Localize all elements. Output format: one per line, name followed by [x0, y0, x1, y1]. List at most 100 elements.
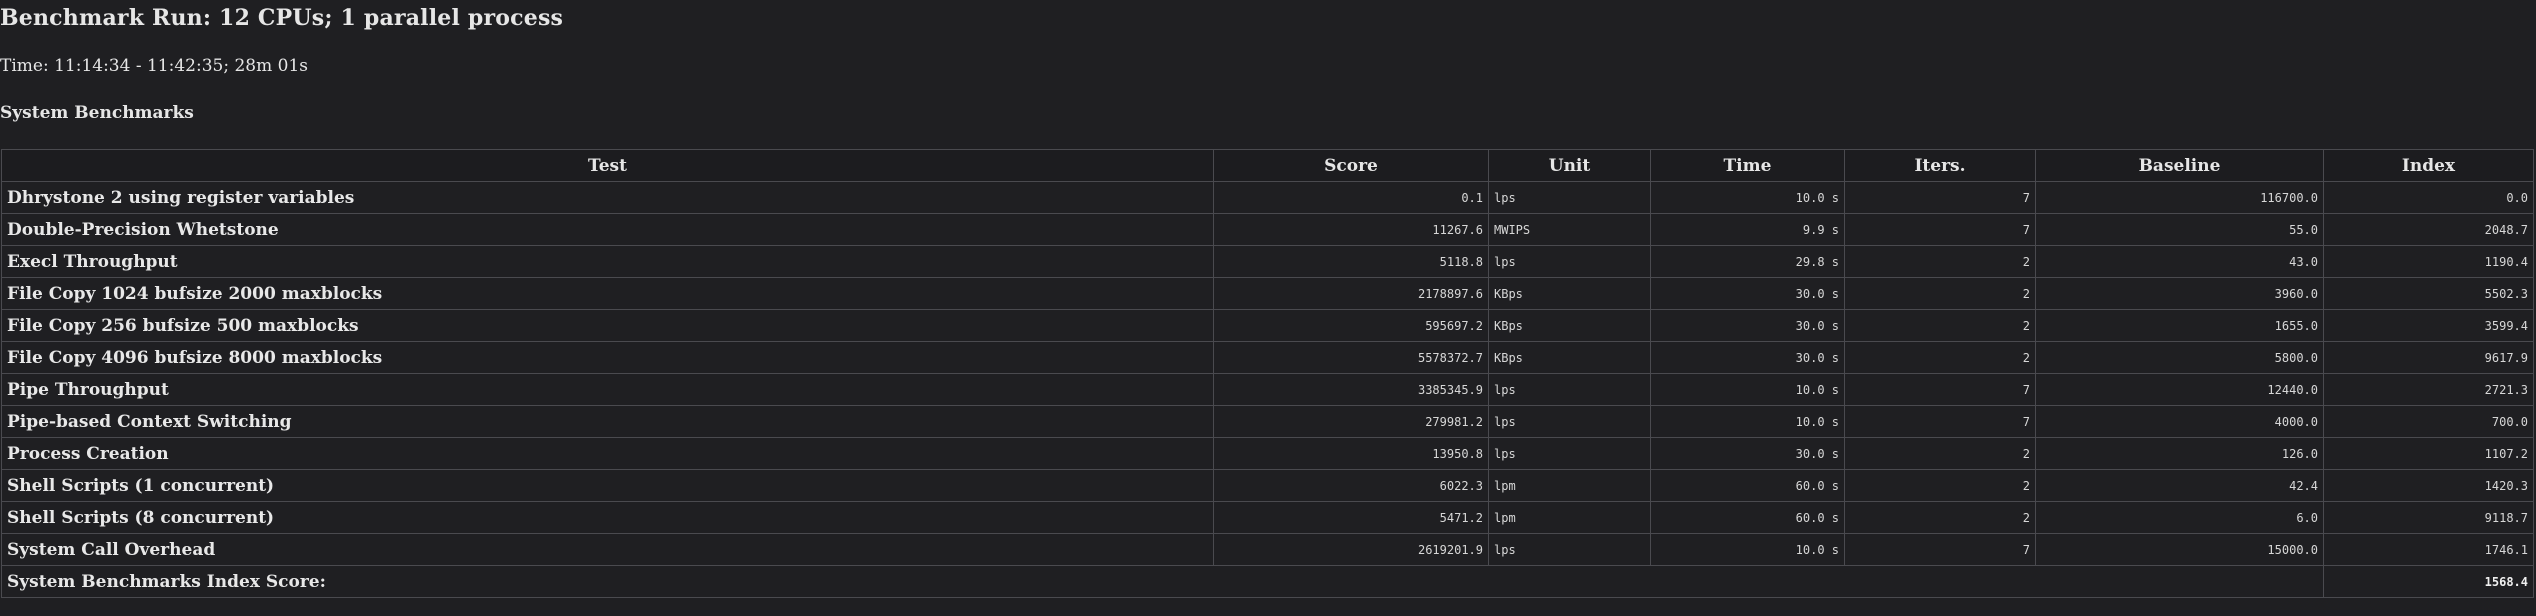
cell-baseline: 6.0	[2035, 501, 2324, 534]
header-score: Score	[1213, 149, 1489, 182]
cell-time: 9.9 s	[1650, 213, 1845, 246]
cell-time: 10.0 s	[1650, 181, 1845, 214]
cell-index: 9617.9	[2323, 341, 2534, 374]
cell-score: 3385345.9	[1213, 373, 1489, 406]
cell-unit: lpm	[1488, 469, 1651, 502]
cell-iters: 7	[1844, 213, 2036, 246]
cell-baseline: 3960.0	[2035, 277, 2324, 310]
header-baseline: Baseline	[2035, 149, 2324, 182]
cell-score: 5118.8	[1213, 245, 1489, 278]
header-time: Time	[1650, 149, 1845, 182]
summary-label: System Benchmarks Index Score:	[1, 565, 2324, 598]
summary-row: System Benchmarks Index Score: 1568.4	[1, 565, 2534, 598]
cell-test: Double-Precision Whetstone	[1, 213, 1214, 246]
cell-iters: 7	[1844, 181, 2036, 214]
cell-test: File Copy 1024 bufsize 2000 maxblocks	[1, 277, 1214, 310]
table-row: File Copy 4096 bufsize 8000 maxblocks 55…	[1, 341, 2534, 374]
table-row: File Copy 1024 bufsize 2000 maxblocks 21…	[1, 277, 2534, 310]
cell-score: 595697.2	[1213, 309, 1489, 342]
cell-score: 279981.2	[1213, 405, 1489, 438]
table-body: Dhrystone 2 using register variables 0.1…	[1, 181, 2534, 598]
cell-time: 30.0 s	[1650, 341, 1845, 374]
cell-iters: 7	[1844, 405, 2036, 438]
header-unit: Unit	[1488, 149, 1651, 182]
cell-test: Pipe-based Context Switching	[1, 405, 1214, 438]
cell-unit: lps	[1488, 437, 1651, 470]
cell-test: File Copy 256 bufsize 500 maxblocks	[1, 309, 1214, 342]
cell-unit: KBps	[1488, 341, 1651, 374]
cell-unit: lps	[1488, 405, 1651, 438]
cell-iters: 2	[1844, 469, 2036, 502]
cell-index: 1420.3	[2323, 469, 2534, 502]
cell-iters: 2	[1844, 341, 2036, 374]
cell-test: File Copy 4096 bufsize 8000 maxblocks	[1, 341, 1214, 374]
cell-time: 60.0 s	[1650, 501, 1845, 534]
cell-iters: 2	[1844, 277, 2036, 310]
cell-baseline: 12440.0	[2035, 373, 2324, 406]
table-row: System Call Overhead 2619201.9 lps 10.0 …	[1, 533, 2534, 566]
cell-iters: 7	[1844, 533, 2036, 566]
cell-index: 1746.1	[2323, 533, 2534, 566]
benchmark-report: Benchmark Run: 12 CPUs; 1 parallel proce…	[0, 0, 2536, 616]
table-row: Shell Scripts (8 concurrent) 5471.2 lpm …	[1, 501, 2534, 534]
cell-index: 9118.7	[2323, 501, 2534, 534]
cell-time: 10.0 s	[1650, 533, 1845, 566]
cell-index: 5502.3	[2323, 277, 2534, 310]
cell-test: Shell Scripts (1 concurrent)	[1, 469, 1214, 502]
cell-index: 2048.7	[2323, 213, 2534, 246]
cell-unit: KBps	[1488, 277, 1651, 310]
cell-score: 5471.2	[1213, 501, 1489, 534]
cell-baseline: 116700.0	[2035, 181, 2324, 214]
summary-index-score: 1568.4	[2323, 565, 2534, 598]
table-row: Execl Throughput 5118.8 lps 29.8 s 2 43.…	[1, 245, 2534, 278]
cell-unit: lpm	[1488, 501, 1651, 534]
cell-score: 2619201.9	[1213, 533, 1489, 566]
table-row: Dhrystone 2 using register variables 0.1…	[1, 181, 2534, 214]
table-row: Pipe Throughput 3385345.9 lps 10.0 s 7 1…	[1, 373, 2534, 406]
header-index: Index	[2323, 149, 2534, 182]
cell-index: 1107.2	[2323, 437, 2534, 470]
cell-iters: 2	[1844, 309, 2036, 342]
cell-test: System Call Overhead	[1, 533, 1214, 566]
cell-index: 0.0	[2323, 181, 2534, 214]
section-title: System Benchmarks	[0, 103, 194, 123]
cell-score: 0.1	[1213, 181, 1489, 214]
cell-time: 30.0 s	[1650, 437, 1845, 470]
header-test: Test	[1, 149, 1214, 182]
cell-index: 1190.4	[2323, 245, 2534, 278]
cell-baseline: 1655.0	[2035, 309, 2324, 342]
cell-test: Dhrystone 2 using register variables	[1, 181, 1214, 214]
cell-time: 10.0 s	[1650, 405, 1845, 438]
cell-index: 700.0	[2323, 405, 2534, 438]
cell-test: Pipe Throughput	[1, 373, 1214, 406]
cell-score: 6022.3	[1213, 469, 1489, 502]
page-title: Benchmark Run: 12 CPUs; 1 parallel proce…	[0, 5, 564, 31]
cell-time: 29.8 s	[1650, 245, 1845, 278]
cell-unit: lps	[1488, 373, 1651, 406]
cell-baseline: 15000.0	[2035, 533, 2324, 566]
cell-iters: 2	[1844, 245, 2036, 278]
cell-test: Execl Throughput	[1, 245, 1214, 278]
cell-iters: 7	[1844, 373, 2036, 406]
cell-score: 2178897.6	[1213, 277, 1489, 310]
cell-time: 10.0 s	[1650, 373, 1845, 406]
cell-unit: lps	[1488, 533, 1651, 566]
cell-baseline: 5800.0	[2035, 341, 2324, 374]
cell-baseline: 55.0	[2035, 213, 2324, 246]
cell-score: 13950.8	[1213, 437, 1489, 470]
cell-score: 11267.6	[1213, 213, 1489, 246]
cell-iters: 2	[1844, 437, 2036, 470]
cell-baseline: 126.0	[2035, 437, 2324, 470]
benchmark-table: Test Score Unit Time Iters. Baseline Ind…	[1, 149, 2534, 598]
header-iters: Iters.	[1844, 149, 2036, 182]
table-header-row: Test Score Unit Time Iters. Baseline Ind…	[1, 149, 2534, 182]
cell-test: Process Creation	[1, 437, 1214, 470]
cell-time: 60.0 s	[1650, 469, 1845, 502]
cell-score: 5578372.7	[1213, 341, 1489, 374]
cell-test: Shell Scripts (8 concurrent)	[1, 501, 1214, 534]
cell-unit: KBps	[1488, 309, 1651, 342]
cell-iters: 2	[1844, 501, 2036, 534]
cell-baseline: 4000.0	[2035, 405, 2324, 438]
table-row: File Copy 256 bufsize 500 maxblocks 5956…	[1, 309, 2534, 342]
cell-index: 3599.4	[2323, 309, 2534, 342]
